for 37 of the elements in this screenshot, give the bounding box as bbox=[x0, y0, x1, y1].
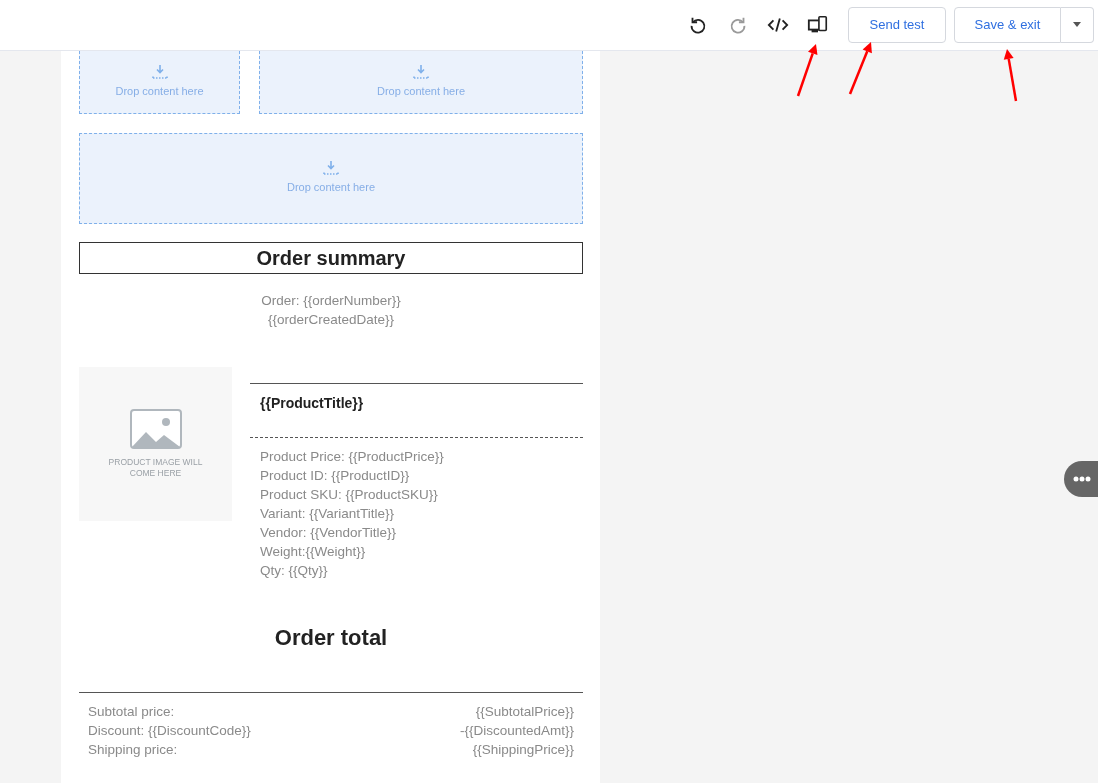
total-value: {{SubtotalPrice}} bbox=[475, 703, 574, 721]
order-info-text: Order: {{orderNumber}} bbox=[260, 292, 402, 310]
product-detail-text: Weight:{{Weight}} bbox=[260, 543, 367, 561]
annotation-arrow bbox=[848, 42, 872, 95]
section-heading: Order summary bbox=[79, 242, 583, 274]
total-label: Discount: {{DiscountCode}} bbox=[88, 722, 251, 740]
image-icon bbox=[129, 409, 182, 449]
more-button[interactable] bbox=[1064, 461, 1098, 497]
section-heading: Order total bbox=[273, 624, 389, 652]
drop-zone[interactable]: Drop content here bbox=[79, 51, 240, 114]
annotation-arrow bbox=[1003, 49, 1018, 102]
total-label: Subtotal price: bbox=[88, 703, 175, 721]
product-title: {{ProductTitle}} bbox=[260, 394, 365, 413]
save-exit-button[interactable]: Save & exit bbox=[954, 7, 1061, 43]
product-detail-text: Qty: {{Qty}} bbox=[260, 562, 329, 580]
product-detail-text: Vendor: {{VendorTitle}} bbox=[260, 524, 398, 542]
annotation-arrow bbox=[796, 44, 818, 97]
total-value: -{{DiscountedAmt}} bbox=[459, 722, 574, 740]
product-detail-text: Product Price: {{ProductPrice}} bbox=[260, 448, 445, 466]
product-detail-text: Variant: {{VariantTitle}} bbox=[260, 505, 396, 523]
order-info-text: {{orderCreatedDate}} bbox=[266, 311, 396, 329]
drop-zone[interactable]: Drop content here bbox=[259, 51, 583, 114]
drop-zone-label: Drop content here bbox=[115, 83, 204, 99]
product-detail-text: Product ID: {{ProductID}} bbox=[260, 467, 411, 485]
product-detail-text: Product SKU: {{ProductSKU}} bbox=[260, 486, 439, 504]
image-placeholder-text: PRODUCT IMAGE WILL COME HERE bbox=[107, 457, 204, 479]
drop-zone[interactable]: Drop content here bbox=[79, 133, 583, 224]
drop-zone-label: Drop content here bbox=[376, 83, 466, 99]
more-icon bbox=[1073, 476, 1091, 482]
drop-icon bbox=[413, 64, 429, 79]
total-value: {{ShippingPrice}} bbox=[472, 741, 574, 759]
total-label: Shipping price: bbox=[88, 741, 178, 759]
drop-icon bbox=[323, 161, 339, 176]
send-test-button[interactable]: Send test bbox=[848, 7, 946, 43]
caret-icon bbox=[1072, 22, 1082, 28]
drop-icon bbox=[151, 64, 168, 79]
drop-zone-label: Drop content here bbox=[286, 180, 376, 196]
